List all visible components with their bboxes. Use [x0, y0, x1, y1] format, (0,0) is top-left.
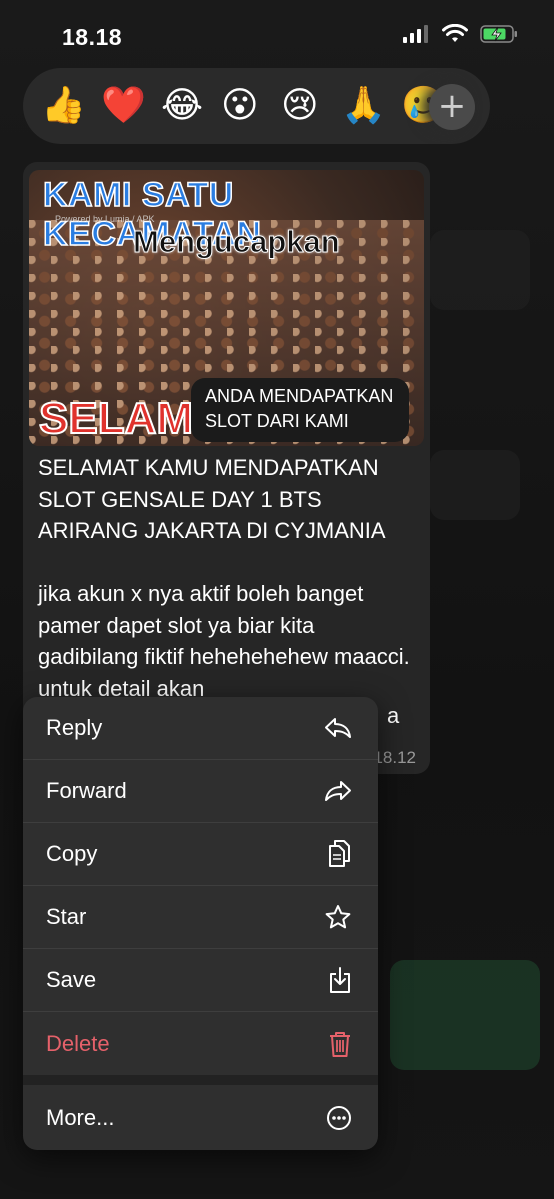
image-powered-text: Powered by Lumia / APK: [55, 214, 155, 224]
message-bubble[interactable]: KAMI SATU KECAMATAN Powered by Lumia / A…: [23, 162, 430, 774]
menu-item-save[interactable]: Save: [23, 949, 378, 1012]
menu-item-reply[interactable]: Reply: [23, 697, 378, 760]
image-badge-line2: SLOT DARI KAMI: [205, 411, 349, 431]
folded-hands-icon[interactable]: 🙏: [341, 82, 386, 130]
menu-item-delete[interactable]: Delete: [23, 1012, 378, 1075]
image-badge-line1: ANDA MENDAPATKAN: [205, 386, 394, 406]
menu-item-label: More...: [46, 1104, 115, 1130]
wifi-icon: [442, 24, 468, 42]
reaction-bar: 👍 ❤️ 😂 😮 😢 🙏 🥲 +: [23, 68, 490, 144]
menu-item-label: Copy: [46, 841, 98, 866]
star-icon: [325, 905, 351, 929]
reply-icon: [325, 718, 351, 738]
status-icons: [402, 24, 518, 44]
menu-item-forward[interactable]: Forward: [23, 760, 378, 823]
battery-charging-icon: [480, 25, 517, 43]
message-text-tail: a: [387, 703, 400, 728]
more-reactions-button[interactable]: +: [429, 84, 475, 130]
status-bar: 18.18: [0, 0, 554, 70]
menu-item-label: Forward: [46, 778, 127, 803]
message-text: SELAMAT KAMU MENDAPATKAN SLOT GENSALE DA…: [38, 452, 418, 704]
menu-item-star[interactable]: Star: [23, 886, 378, 949]
surprised-face-icon[interactable]: 😮: [221, 82, 259, 130]
thumbs-up-icon[interactable]: 👍: [41, 82, 86, 130]
menu-divider: [23, 1075, 378, 1085]
menu-item-label: Save: [46, 967, 97, 992]
copy-icon: [329, 840, 350, 867]
message-image[interactable]: KAMI SATU KECAMATAN Powered by Lumia / A…: [29, 170, 424, 446]
menu-item-label: Star: [46, 904, 87, 929]
message-paragraph: SELAMAT KAMU MENDAPATKAN SLOT GENSALE DA…: [38, 455, 386, 543]
crying-face-icon[interactable]: 😢: [281, 82, 319, 130]
cellular-signal-icon: [403, 25, 428, 43]
more-ellipsis-icon: [327, 1105, 351, 1130]
image-subtitle-text: Mengucapkan: [133, 224, 341, 260]
menu-item-label: Delete: [46, 1030, 110, 1056]
blurred-chat-bubble: [390, 960, 540, 1070]
context-menu: Reply Forward Copy Star Save Delete More…: [23, 697, 378, 1150]
forward-icon: [325, 781, 351, 801]
tears-of-joy-icon[interactable]: 😂: [161, 82, 203, 130]
save-download-icon: [330, 967, 350, 993]
message-timestamp: 18.12: [373, 748, 416, 767]
blurred-chat-bubble: [430, 230, 530, 310]
message-paragraph: jika akun x nya aktif boleh banget pamer…: [38, 581, 410, 701]
red-heart-icon[interactable]: ❤️: [101, 82, 146, 130]
menu-item-more[interactable]: More...: [23, 1085, 378, 1150]
clock: 18.18: [62, 24, 123, 50]
blurred-chat-bubble: [430, 450, 520, 520]
menu-item-copy[interactable]: Copy: [23, 823, 378, 886]
image-badge: ANDA MENDAPATKAN SLOT DARI KAMI: [191, 378, 409, 442]
menu-item-label: Reply: [46, 715, 103, 740]
trash-icon: [330, 1031, 350, 1057]
